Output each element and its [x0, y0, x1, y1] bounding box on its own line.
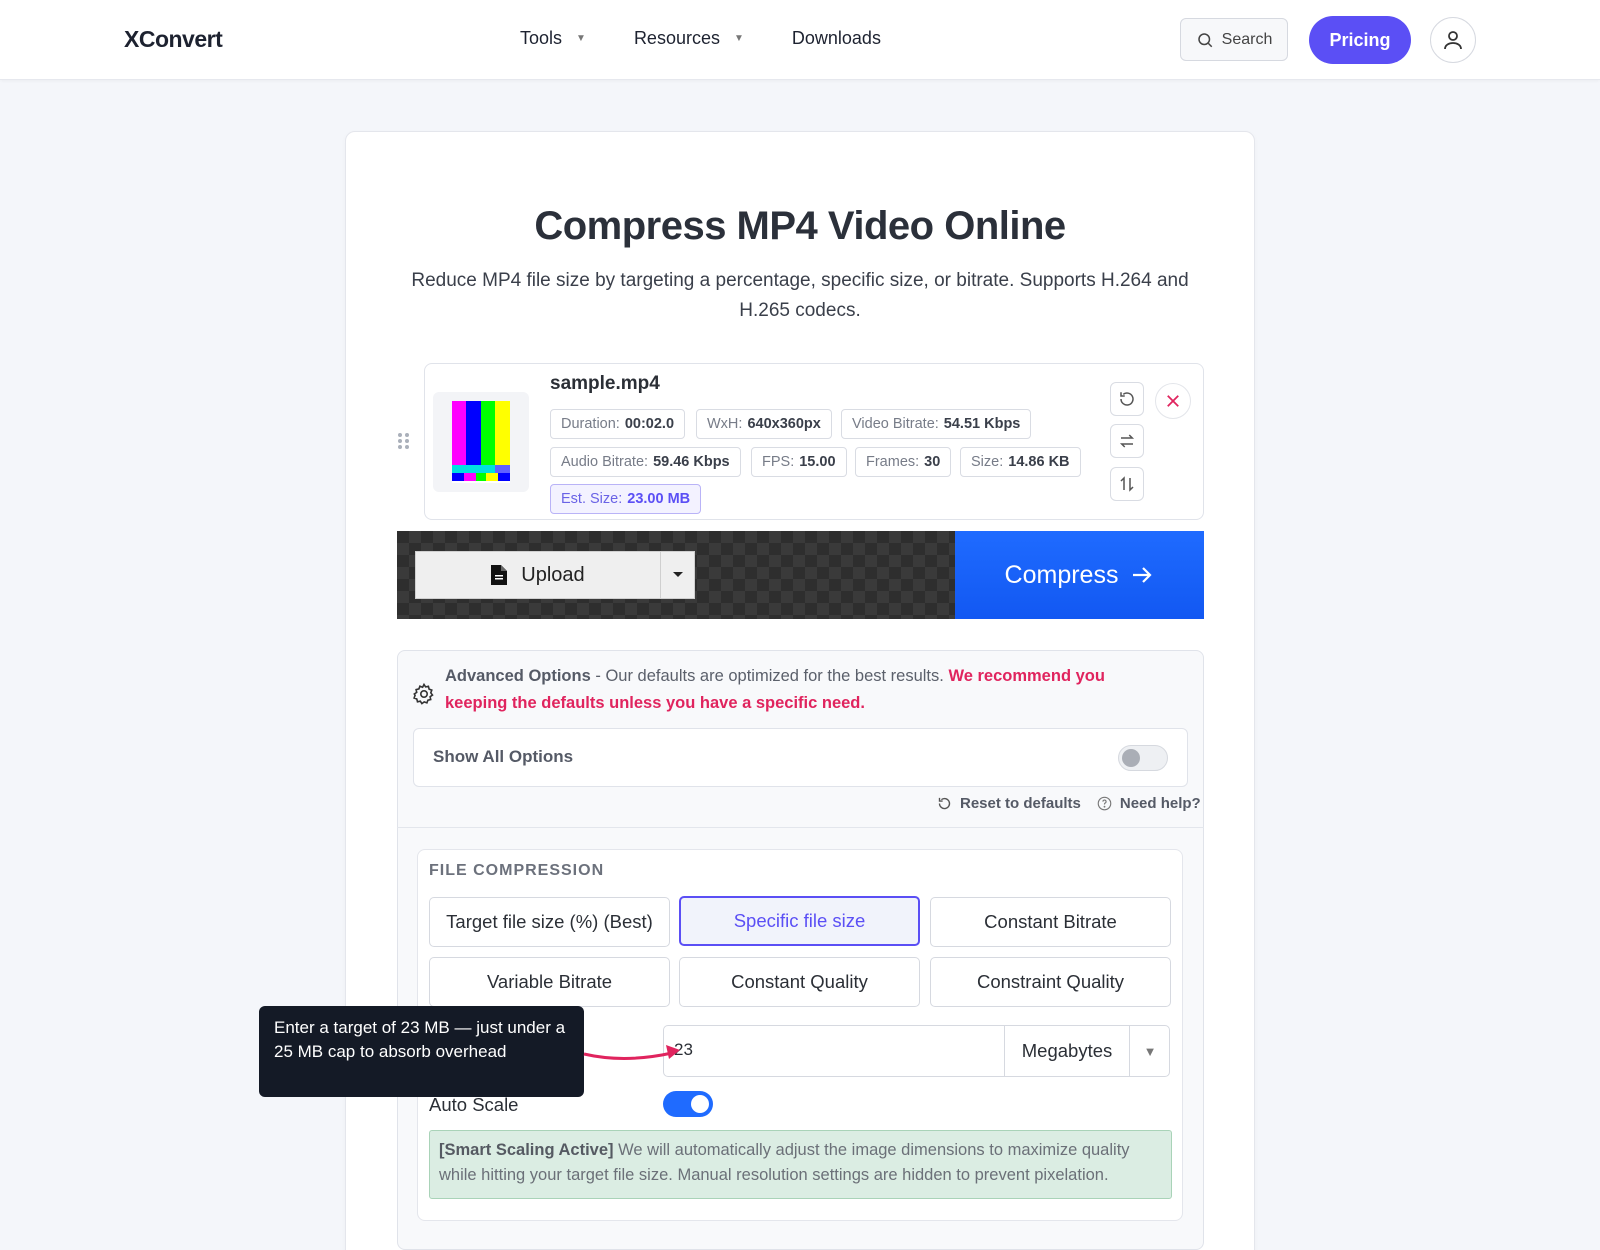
- meta-label: Size:: [971, 454, 1004, 470]
- callout-arrow-icon: [583, 1045, 680, 1060]
- show-all-options-label: Show All Options: [433, 747, 574, 766]
- upload-button-group: Upload: [415, 551, 695, 599]
- option-constant-bitrate[interactable]: Constant Bitrate: [930, 897, 1171, 947]
- advanced-options-notice: Advanced Options - Our defaults are opti…: [445, 663, 1165, 717]
- reset-file-button[interactable]: [1110, 382, 1144, 416]
- caret-down-icon: [672, 572, 683, 577]
- account-button[interactable]: [1430, 17, 1476, 63]
- thumbnail-image: [452, 401, 510, 483]
- nav-tools[interactable]: Tools ▼: [520, 28, 586, 49]
- advanced-options-title: Advanced Options: [445, 667, 591, 685]
- file-name: sample.mp4: [550, 373, 660, 394]
- option-constant-quality[interactable]: Constant Quality: [679, 957, 920, 1007]
- video-thumbnail: [433, 392, 529, 492]
- unit-select[interactable]: Megabytes: [1004, 1026, 1129, 1076]
- section-title: FILE COMPRESSION: [429, 862, 605, 879]
- close-icon: [1167, 395, 1179, 407]
- meta-duration: Duration: 00:02.0: [550, 409, 686, 439]
- reset-icon: [938, 797, 951, 810]
- pricing-button[interactable]: Pricing: [1309, 16, 1411, 64]
- smart-scaling-title: [Smart Scaling Active]: [439, 1141, 614, 1159]
- top-navbar: XConvert Tools ▼ Resources ▼ Downloads S…: [0, 0, 1600, 80]
- panel-links: Reset to defaults Need help?: [937, 795, 1201, 812]
- meta-value: 30: [924, 454, 941, 470]
- compress-button[interactable]: Compress: [955, 531, 1204, 619]
- gear-icon: [413, 682, 434, 705]
- upload-label: Upload: [521, 563, 585, 586]
- nav-downloads-label: Downloads: [791, 28, 881, 48]
- need-help-label: Need help?: [1119, 795, 1201, 812]
- toggle-knob: [1122, 749, 1140, 767]
- user-icon: [1444, 31, 1462, 50]
- meta-label: FPS:: [762, 454, 795, 470]
- option-specific-size[interactable]: Specific file size: [679, 896, 920, 946]
- chevron-down-icon: ▼: [733, 33, 744, 44]
- file-icon: [491, 565, 508, 585]
- chevron-down-icon[interactable]: ▼: [1129, 1026, 1170, 1076]
- meta-value: 54.51 Kbps: [943, 416, 1021, 432]
- meta-audio-bitrate: Audio Bitrate: 59.46 Kbps: [550, 447, 741, 477]
- page-subtitle: Reduce MP4 file size by targeting a perc…: [411, 270, 1189, 321]
- action-bar: Upload Compress: [397, 531, 1204, 619]
- meta-value: 59.46 Kbps: [653, 454, 730, 470]
- option-variable-bitrate[interactable]: Variable Bitrate: [429, 957, 670, 1007]
- reset-defaults-link[interactable]: Reset to defaults: [937, 795, 1081, 812]
- main-nav: Tools ▼ Resources ▼ Downloads: [520, 28, 929, 49]
- remove-file-button[interactable]: [1155, 383, 1191, 419]
- file-item: [424, 363, 1204, 520]
- meta-label: Duration:: [561, 416, 620, 432]
- drag-handle-icon[interactable]: [397, 432, 411, 450]
- site-logo[interactable]: XConvert: [124, 26, 223, 53]
- meta-value: 640x360px: [747, 416, 821, 432]
- meta-value: 15.00: [799, 454, 836, 470]
- nav-resources[interactable]: Resources ▼: [634, 28, 744, 49]
- auto-scale-label: Auto Scale: [429, 1094, 519, 1115]
- show-all-options-toggle[interactable]: [1118, 745, 1168, 771]
- option-target-percent[interactable]: Target file size (%) (Best): [429, 897, 670, 947]
- upload-button[interactable]: Upload: [416, 552, 661, 598]
- meta-fps: FPS: 15.00: [751, 447, 847, 477]
- compress-label: Compress: [1004, 560, 1119, 589]
- search-label: Search: [1221, 30, 1273, 48]
- meta-est-size: Est. Size: 23.00 MB: [550, 484, 702, 514]
- divider: [397, 827, 1204, 828]
- page-title: Compress MP4 Video Online: [534, 204, 1066, 248]
- meta-video-bitrate: Video Bitrate: 54.51 Kbps: [841, 409, 1032, 439]
- advanced-options-description: - Our defaults are optimized for the bes…: [590, 667, 949, 685]
- need-help-link[interactable]: Need help?: [1097, 795, 1201, 812]
- sort-button[interactable]: [1110, 467, 1144, 501]
- meta-frames: Frames: 30: [855, 447, 952, 477]
- auto-scale-toggle[interactable]: [663, 1091, 713, 1117]
- meta-value: 23.00 MB: [627, 491, 691, 507]
- upload-source-dropdown[interactable]: [661, 552, 694, 598]
- toggle-knob: [691, 1095, 709, 1113]
- reset-defaults-label: Reset to defaults: [960, 795, 1081, 812]
- nav-downloads[interactable]: Downloads: [792, 28, 881, 49]
- search-button[interactable]: Search: [1180, 18, 1288, 61]
- nav-resources-label: Resources: [633, 28, 720, 48]
- rotate-icon: [1120, 392, 1134, 406]
- instruction-callout: Enter a target of 23 MB — just under a 2…: [259, 1006, 584, 1097]
- meta-value: 00:02.0: [624, 416, 675, 432]
- target-size-input-group: 23 Megabytes ▼: [663, 1025, 1170, 1077]
- meta-value: 14.86 KB: [1008, 454, 1070, 470]
- swap-button[interactable]: [1110, 424, 1144, 458]
- smart-scaling-notice: [Smart Scaling Active] We will automatic…: [429, 1130, 1172, 1199]
- chevron-down-icon: ▼: [576, 33, 586, 44]
- meta-size: Size: 14.86 KB: [960, 447, 1081, 477]
- nav-tools-label: Tools: [520, 28, 563, 48]
- swap-horizontal-icon: [1119, 434, 1135, 448]
- show-all-options-row: Show All Options: [413, 728, 1188, 787]
- meta-label: Video Bitrate:: [852, 416, 939, 432]
- meta-dimensions: WxH: 640x360px: [696, 409, 832, 439]
- swap-vertical-icon: [1120, 476, 1134, 492]
- help-icon: [1097, 796, 1112, 811]
- arrow-right-icon: [1133, 567, 1153, 583]
- option-constraint-quality[interactable]: Constraint Quality: [930, 957, 1171, 1007]
- meta-label: Frames:: [866, 454, 920, 470]
- meta-label: WxH:: [707, 416, 743, 432]
- meta-label: Est. Size:: [561, 491, 623, 507]
- meta-label: Audio Bitrate:: [561, 454, 649, 470]
- search-icon: [1197, 32, 1212, 47]
